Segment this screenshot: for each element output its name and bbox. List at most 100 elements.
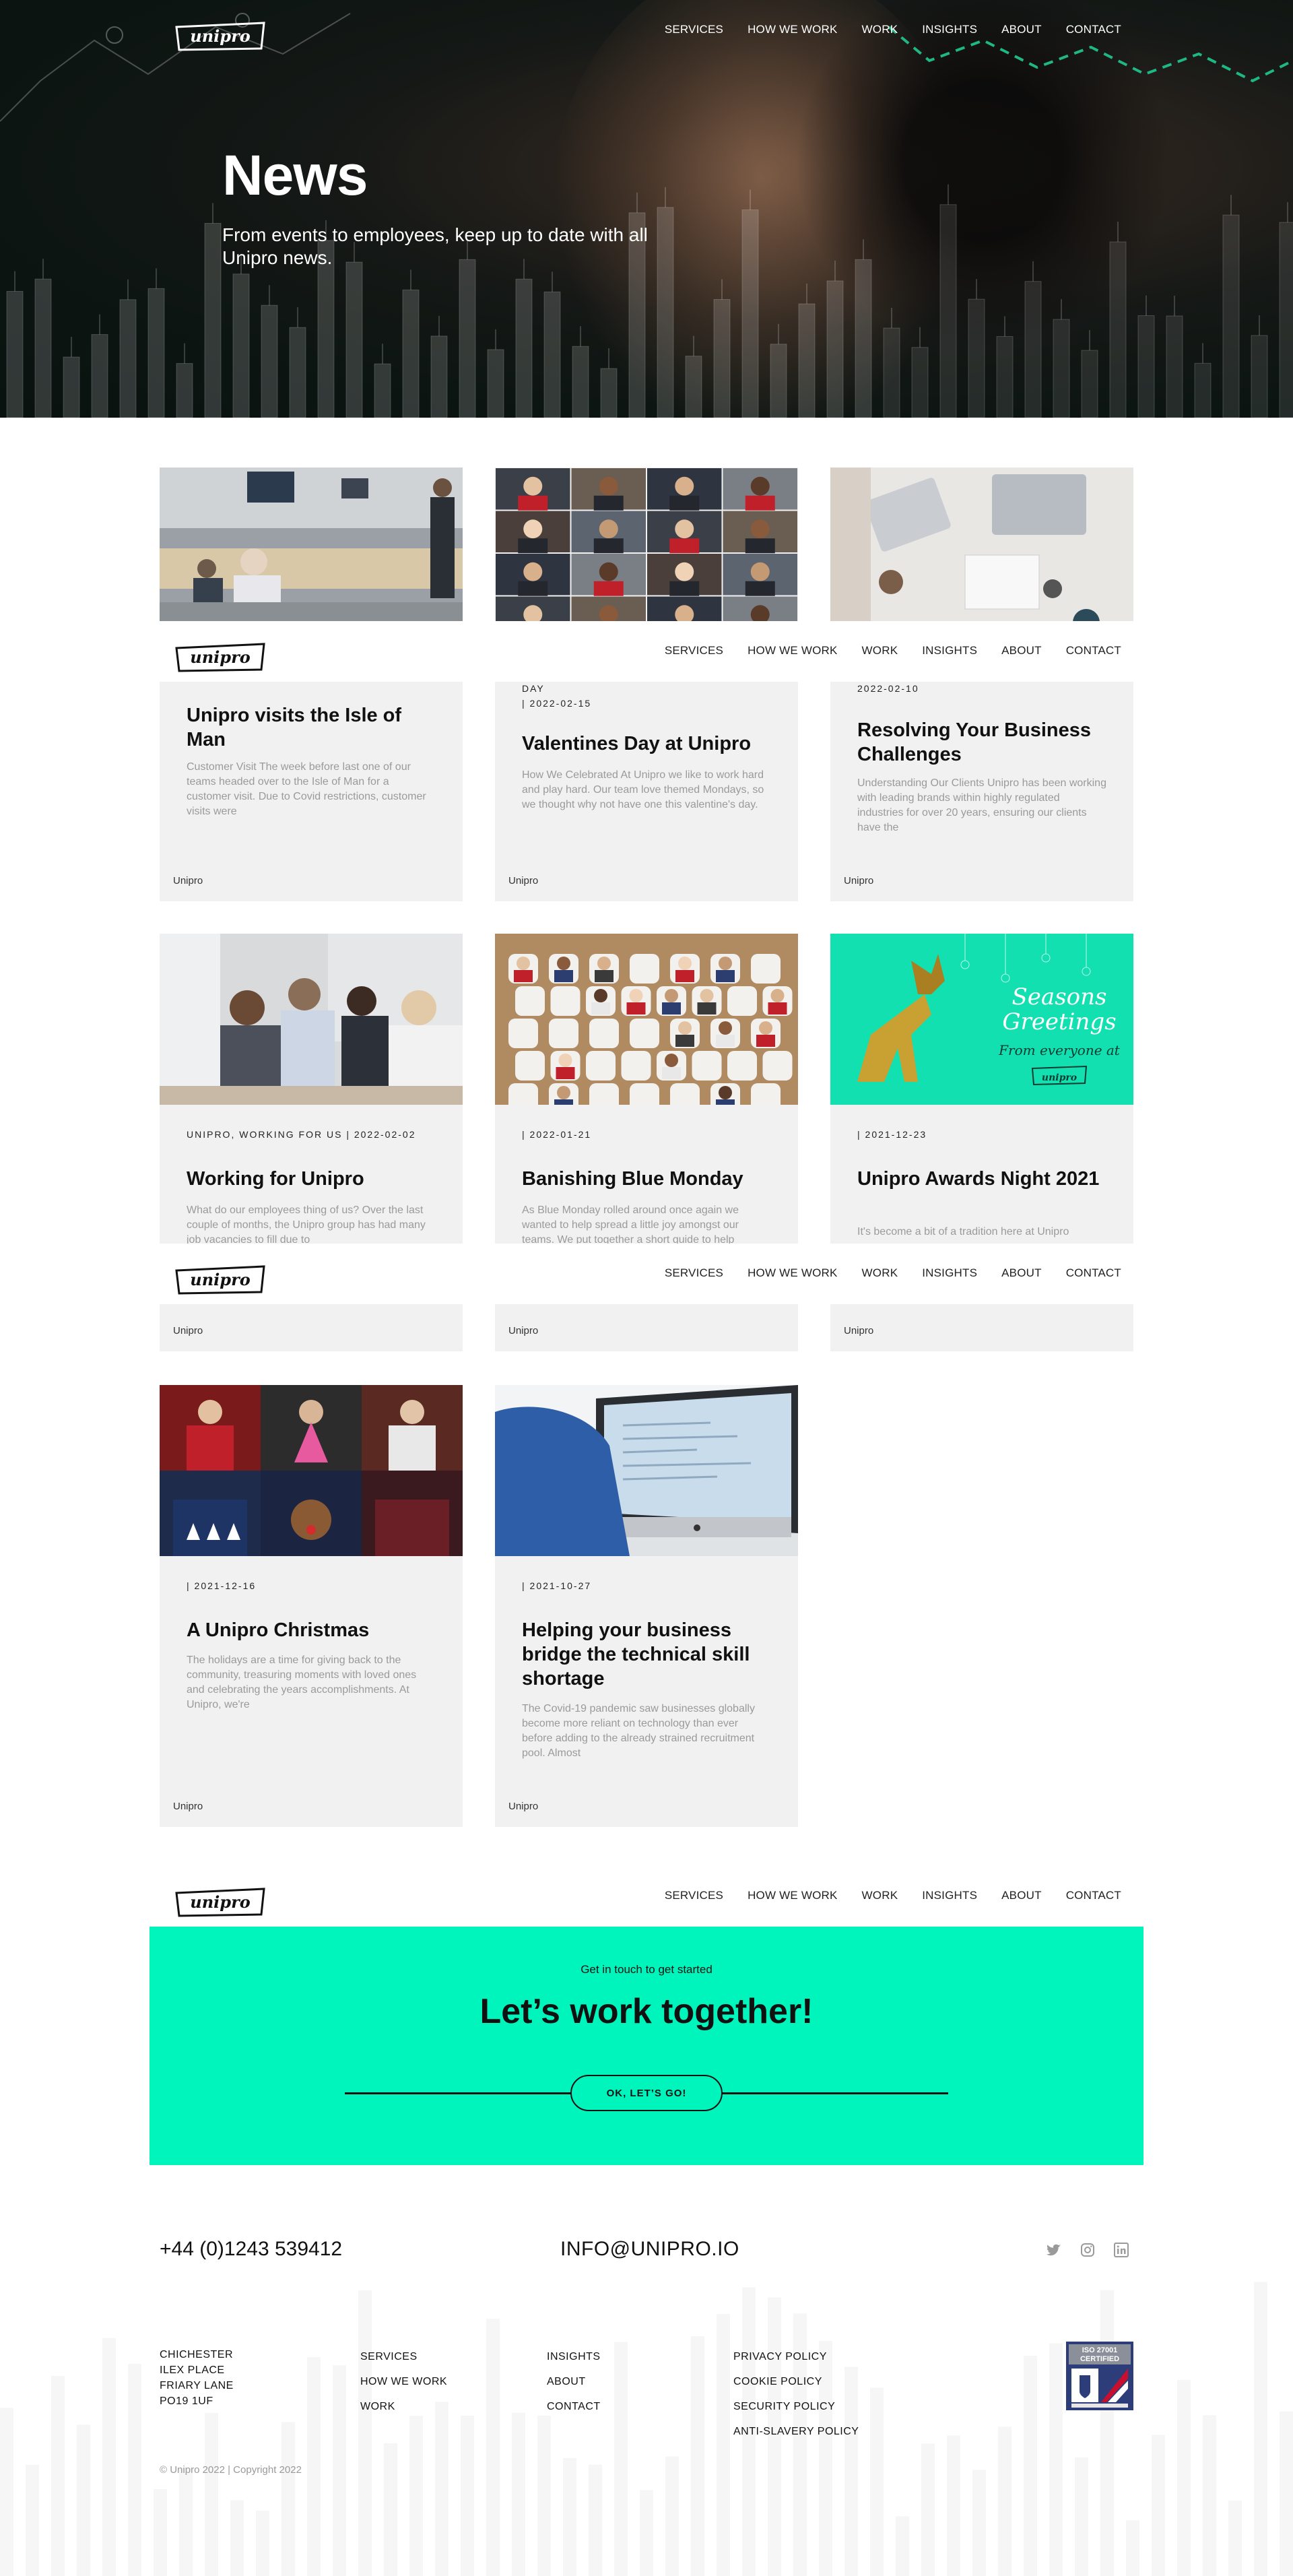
footer-link-how-we-work[interactable]: HOW WE WORK <box>360 2369 447 2394</box>
nav-item-work[interactable]: WORK <box>862 1889 898 1902</box>
post-card[interactable]: 2022-02-10 Resolving Your Business Chall… <box>830 468 1133 901</box>
post-image-team-discussion <box>160 934 463 1105</box>
post-image-christmas-jumpers <box>160 1385 463 1556</box>
post-excerpt: What do our employees thing of us? Over … <box>187 1204 426 1246</box>
post-author: Unipro <box>508 875 539 887</box>
post-image-video-call-grid <box>495 468 798 639</box>
nav-item-how-we-work[interactable]: HOW WE WORK <box>748 1266 837 1280</box>
svg-text:ISO 27001: ISO 27001 <box>1082 2346 1118 2354</box>
footer-link-security-policy[interactable]: SECURITY POLICY <box>733 2394 859 2419</box>
footer-link-privacy-policy[interactable]: PRIVACY POLICY <box>733 2344 859 2369</box>
footer-link-cookie-policy[interactable]: COOKIE POLICY <box>733 2369 859 2394</box>
iso-27001-badge: ISO 27001 CERTIFIED <box>1066 2342 1133 2410</box>
post-author: Unipro <box>508 1325 539 1337</box>
footer-link-anti-slavery-policy[interactable]: ANTI-SLAVERY POLICY <box>733 2419 859 2444</box>
post-meta: UNIPRO, WORKING FOR US | 2022-02-02 <box>187 1129 416 1140</box>
instagram-icon[interactable] <box>1080 2242 1096 2258</box>
nav-menu: SERVICES HOW WE WORK WORK INSIGHTS ABOUT… <box>665 23 1121 36</box>
page-subtitle: From events to employees, keep up to dat… <box>222 224 648 268</box>
sticky-nav: unipro SERVICES HOW WE WORK WORK INSIGHT… <box>0 1866 1293 1927</box>
nav-item-about[interactable]: ABOUT <box>1001 23 1042 36</box>
post-title[interactable]: Helping your business bridge the technic… <box>522 1618 778 1691</box>
nav-item-contact[interactable]: CONTACT <box>1066 23 1121 36</box>
post-image-desk-laptops <box>830 468 1133 639</box>
post-excerpt: How We Celebrated At Unipro we like to w… <box>522 769 764 810</box>
post-excerpt: As Blue Monday rolled around once again … <box>522 1204 739 1246</box>
unipro-logo[interactable]: unipro <box>172 20 268 53</box>
nav-item-services[interactable]: SERVICES <box>665 644 723 657</box>
nav-item-work[interactable]: WORK <box>862 644 898 657</box>
post-excerpt: Understanding Our Clients Unipro has bee… <box>857 777 1106 833</box>
linkedin-icon[interactable] <box>1113 2242 1129 2258</box>
svg-text:unipro: unipro <box>190 647 250 667</box>
address-line: FRIARY LANE <box>160 2380 234 2391</box>
nav-item-about[interactable]: ABOUT <box>1001 1889 1042 1902</box>
nav-menu: SERVICES HOW WE WORK WORK INSIGHTS ABOUT… <box>665 644 1121 657</box>
nav-item-about[interactable]: ABOUT <box>1001 644 1042 657</box>
unipro-logo[interactable]: unipro <box>172 641 268 674</box>
twitter-icon[interactable] <box>1046 2242 1062 2258</box>
post-title[interactable]: Banishing Blue Monday <box>522 1167 778 1191</box>
nav-item-about[interactable]: ABOUT <box>1001 1266 1042 1280</box>
nav-item-work[interactable]: WORK <box>862 1266 898 1280</box>
svg-text:unipro: unipro <box>1042 1072 1077 1083</box>
hero-banner: News From events to employees, keep up t… <box>0 0 1293 418</box>
nav-menu: SERVICES HOW WE WORK WORK INSIGHTS ABOUT… <box>665 1889 1121 1902</box>
nav-item-how-we-work[interactable]: HOW WE WORK <box>748 23 837 36</box>
footer-phone[interactable]: +44 (0)1243 539412 <box>160 2238 342 2261</box>
nav-item-contact[interactable]: CONTACT <box>1066 1266 1121 1280</box>
footer-link-services[interactable]: SERVICES <box>360 2344 447 2369</box>
footer-link-about[interactable]: ABOUT <box>547 2369 601 2394</box>
nav-item-services[interactable]: SERVICES <box>665 1889 723 1902</box>
post-image-office-meeting <box>160 468 463 639</box>
hero-candlestick-overlay <box>0 13 1293 418</box>
post-title[interactable]: Valentines Day at Unipro <box>522 732 778 756</box>
nav-menu: SERVICES HOW WE WORK WORK INSIGHTS ABOUT… <box>665 1266 1121 1280</box>
footer-email[interactable]: INFO@UNIPRO.IO <box>560 2238 739 2261</box>
post-title[interactable]: Unipro visits the Isle of Man <box>187 703 442 752</box>
svg-text:unipro: unipro <box>190 1270 250 1289</box>
nav-item-contact[interactable]: CONTACT <box>1066 644 1121 657</box>
post-excerpt: Customer Visit The week before last one … <box>187 761 426 817</box>
svg-text:unipro: unipro <box>190 26 250 46</box>
svg-text:Greetings: Greetings <box>1002 1008 1116 1035</box>
nav-item-how-we-work[interactable]: HOW WE WORK <box>748 644 837 657</box>
social-links <box>1046 2242 1129 2258</box>
footer-link-contact[interactable]: CONTACT <box>547 2394 601 2419</box>
address-line: ILEX PLACE <box>160 2364 225 2376</box>
unipro-logo[interactable]: unipro <box>172 1886 268 1919</box>
nav-item-contact[interactable]: CONTACT <box>1066 1889 1121 1902</box>
nav-item-work[interactable]: WORK <box>862 23 898 36</box>
nav-item-how-we-work[interactable]: HOW WE WORK <box>748 1889 837 1902</box>
nav-item-services[interactable]: SERVICES <box>665 23 723 36</box>
post-card[interactable]: DAY | 2022-02-15 Valentines Day at Unipr… <box>495 468 798 901</box>
svg-text:Seasons: Seasons <box>1012 984 1107 1010</box>
post-title[interactable]: A Unipro Christmas <box>187 1618 442 1642</box>
footer-link-work[interactable]: WORK <box>360 2394 447 2419</box>
post-meta: | 2022-02-15 <box>522 698 592 709</box>
nav-item-insights[interactable]: INSIGHTS <box>922 1266 977 1280</box>
post-card[interactable]: | 2021-10-27 Helping your business bridg… <box>495 1385 798 1827</box>
nav-item-insights[interactable]: INSIGHTS <box>922 23 977 36</box>
post-author: Unipro <box>508 1801 539 1812</box>
cta-headline: Let’s work together! <box>479 1992 814 2031</box>
sticky-nav: unipro SERVICES HOW WE WORK WORK INSIGHT… <box>0 1244 1293 1304</box>
unipro-logo[interactable]: unipro <box>172 1264 268 1296</box>
post-title[interactable]: Resolving Your Business Challenges <box>857 718 1113 767</box>
post-title[interactable]: Working for Unipro <box>187 1167 442 1191</box>
nav-item-insights[interactable]: INSIGHTS <box>922 644 977 657</box>
post-meta: 2022-02-10 <box>857 683 919 694</box>
post-card[interactable]: | 2021-12-16 A Unipro Christmas The holi… <box>160 1385 463 1827</box>
sticky-nav: unipro SERVICES HOW WE WORK WORK INSIGHT… <box>0 621 1293 682</box>
cta-button[interactable]: OK, LET’S GO! <box>570 2075 723 2111</box>
nav-item-services[interactable]: SERVICES <box>665 1266 723 1280</box>
post-card[interactable]: Unipro visits the Isle of Man Customer V… <box>160 468 463 901</box>
copyright-text: © Unipro 2022 | Copyright 2022 <box>160 2464 302 2476</box>
post-title[interactable]: Unipro Awards Night 2021 <box>857 1167 1113 1191</box>
footer-link-insights[interactable]: INSIGHTS <box>547 2344 601 2369</box>
post-author: Unipro <box>173 875 203 887</box>
address-line: PO19 1UF <box>160 2395 213 2407</box>
post-meta: | 2021-10-27 <box>522 1580 592 1591</box>
nav-item-insights[interactable]: INSIGHTS <box>922 1889 977 1902</box>
post-meta: | 2021-12-16 <box>187 1580 257 1591</box>
